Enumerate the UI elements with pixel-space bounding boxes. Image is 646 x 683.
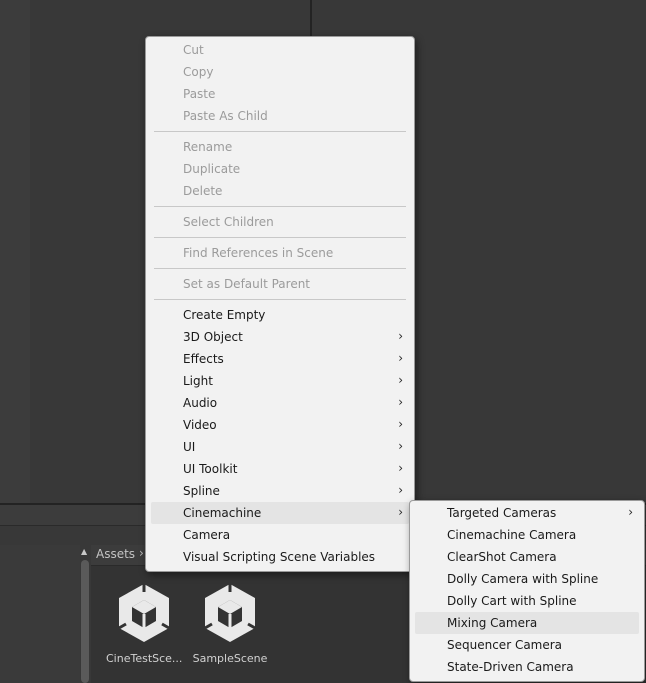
menu-item-label: Delete bbox=[183, 184, 223, 198]
asset-item[interactable]: SampleScene bbox=[192, 580, 268, 665]
menu-item-label: ClearShot Camera bbox=[447, 550, 557, 564]
menu-item-label: Create Empty bbox=[183, 308, 266, 322]
menu-separator bbox=[154, 237, 406, 238]
asset-item[interactable]: CineTestSce... bbox=[106, 580, 182, 665]
chevron-right-icon: › bbox=[398, 395, 403, 409]
menu-item-label: Copy bbox=[183, 65, 214, 79]
menu-item-find-references: Find References in Scene bbox=[151, 242, 409, 264]
menu-item-label: Cinemachine Camera bbox=[447, 528, 577, 542]
menu-item-label: Visual Scripting Scene Variables bbox=[183, 550, 376, 564]
chevron-right-icon: › bbox=[398, 461, 403, 475]
menu-item-copy: Copy bbox=[151, 61, 409, 83]
menu-item-label: Effects bbox=[183, 352, 224, 366]
menu-separator bbox=[154, 299, 406, 300]
menu-item-label: Cinemachine bbox=[183, 506, 262, 520]
menu-separator bbox=[154, 206, 406, 207]
chevron-right-icon: › bbox=[139, 546, 144, 560]
menu-item-create-empty[interactable]: Create Empty bbox=[151, 304, 409, 326]
menu-item-set-default-parent: Set as Default Parent bbox=[151, 273, 409, 295]
menu-separator bbox=[154, 268, 406, 269]
menu-item-label: Light bbox=[183, 374, 213, 388]
menu-item-paste-as-child: Paste As Child bbox=[151, 105, 409, 127]
menu-item-cut: Cut bbox=[151, 39, 409, 61]
menu-item-rename: Rename bbox=[151, 136, 409, 158]
unity-scene-icon bbox=[106, 580, 182, 646]
menu-item-label: Dolly Cart with Spline bbox=[447, 594, 577, 608]
menu-item-select-children: Select Children bbox=[151, 211, 409, 233]
menu-item-label: State-Driven Camera bbox=[447, 660, 574, 674]
menu-item-duplicate: Duplicate bbox=[151, 158, 409, 180]
menu-item-light[interactable]: Light › bbox=[151, 370, 409, 392]
menu-item-label: Camera bbox=[183, 528, 231, 542]
context-menu: Cut Copy Paste Paste As Child Rename Dup… bbox=[145, 36, 415, 572]
menu-item-delete: Delete bbox=[151, 180, 409, 202]
chevron-right-icon: › bbox=[398, 351, 403, 365]
chevron-right-icon: › bbox=[398, 505, 403, 519]
submenu-item-state-driven-camera[interactable]: State-Driven Camera bbox=[415, 656, 639, 678]
menu-item-label: UI Toolkit bbox=[183, 462, 238, 476]
menu-item-label: Select Children bbox=[183, 215, 274, 229]
chevron-right-icon: › bbox=[398, 329, 403, 343]
menu-item-label: Cut bbox=[183, 43, 204, 57]
menu-item-label: Spline bbox=[183, 484, 220, 498]
project-scrollbar[interactable] bbox=[81, 560, 89, 683]
breadcrumb-assets[interactable]: Assets bbox=[96, 547, 135, 561]
menu-item-label: UI bbox=[183, 440, 196, 454]
asset-name: SampleScene bbox=[192, 652, 268, 665]
chevron-right-icon: › bbox=[398, 417, 403, 431]
submenu-item-clearshot-camera[interactable]: ClearShot Camera bbox=[415, 546, 639, 568]
cinemachine-submenu: Targeted Cameras › Cinemachine Camera Cle… bbox=[409, 500, 645, 682]
menu-item-label: Targeted Cameras bbox=[447, 506, 557, 520]
asset-name: CineTestSce... bbox=[106, 652, 182, 665]
menu-item-cinemachine[interactable]: Cinemachine › bbox=[151, 502, 409, 524]
menu-item-label: Sequencer Camera bbox=[447, 638, 563, 652]
menu-item-visual-scripting-scene-variables[interactable]: Visual Scripting Scene Variables bbox=[151, 546, 409, 568]
submenu-item-mixing-camera[interactable]: Mixing Camera bbox=[415, 612, 639, 634]
menu-item-ui-toolkit[interactable]: UI Toolkit › bbox=[151, 458, 409, 480]
menu-item-label: 3D Object bbox=[183, 330, 243, 344]
unity-scene-icon bbox=[192, 580, 268, 646]
menu-item-ui[interactable]: UI › bbox=[151, 436, 409, 458]
project-folder-tree[interactable] bbox=[0, 545, 80, 683]
menu-item-spline[interactable]: Spline › bbox=[151, 480, 409, 502]
menu-item-audio[interactable]: Audio › bbox=[151, 392, 409, 414]
menu-item-effects[interactable]: Effects › bbox=[151, 348, 409, 370]
chevron-right-icon: › bbox=[628, 505, 633, 519]
menu-separator bbox=[154, 131, 406, 132]
menu-item-label: Paste bbox=[183, 87, 216, 101]
chevron-right-icon: › bbox=[398, 439, 403, 453]
chevron-right-icon: › bbox=[398, 373, 403, 387]
menu-item-camera[interactable]: Camera bbox=[151, 524, 409, 546]
menu-item-label: Find References in Scene bbox=[183, 246, 334, 260]
menu-item-video[interactable]: Video › bbox=[151, 414, 409, 436]
menu-item-label: Dolly Camera with Spline bbox=[447, 572, 599, 586]
submenu-item-targeted-cameras[interactable]: Targeted Cameras › bbox=[415, 502, 639, 524]
menu-item-label: Audio bbox=[183, 396, 218, 410]
menu-item-label: Video bbox=[183, 418, 217, 432]
menu-item-label: Mixing Camera bbox=[447, 616, 538, 630]
menu-item-label: Set as Default Parent bbox=[183, 277, 311, 291]
menu-item-label: Duplicate bbox=[183, 162, 241, 176]
submenu-item-cinemachine-camera[interactable]: Cinemachine Camera bbox=[415, 524, 639, 546]
menu-item-3d-object[interactable]: 3D Object › bbox=[151, 326, 409, 348]
scroll-up-icon[interactable]: ▲ bbox=[81, 548, 89, 556]
submenu-item-dolly-camera-with-spline[interactable]: Dolly Camera with Spline bbox=[415, 568, 639, 590]
hierarchy-gutter bbox=[0, 0, 30, 503]
menu-item-label: Paste As Child bbox=[183, 109, 268, 123]
submenu-item-sequencer-camera[interactable]: Sequencer Camera bbox=[415, 634, 639, 656]
submenu-item-dolly-cart-with-spline[interactable]: Dolly Cart with Spline bbox=[415, 590, 639, 612]
menu-item-label: Rename bbox=[183, 140, 233, 154]
menu-item-paste: Paste bbox=[151, 83, 409, 105]
chevron-right-icon: › bbox=[398, 483, 403, 497]
